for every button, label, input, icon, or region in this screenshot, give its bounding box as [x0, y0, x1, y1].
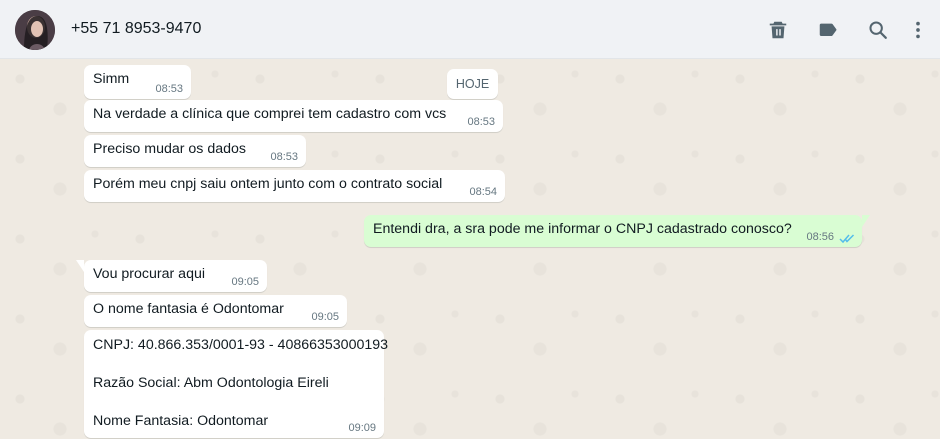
read-ticks-icon — [839, 234, 855, 244]
search-icon[interactable] — [867, 19, 889, 41]
message-time: 08:53 — [270, 151, 298, 163]
message-text: O nome fantasia é Odontomar — [93, 301, 284, 317]
contact-name[interactable]: +55 71 8953-9470 — [71, 20, 201, 38]
message-incoming[interactable]: Porém meu cnpj saiu ontem junto com o co… — [84, 170, 505, 202]
contact-avatar[interactable] — [15, 10, 55, 50]
message-incoming[interactable]: Simm 08:53 — [84, 65, 191, 99]
bubble-tail — [76, 260, 84, 272]
message-time: 08:53 — [467, 116, 495, 128]
message-incoming[interactable]: Na verdade a clínica que comprei tem cad… — [84, 100, 503, 132]
message-text: Na verdade a clínica que comprei tem cad… — [93, 106, 447, 122]
message-incoming[interactable]: Vou procurar aqui 09:05 — [76, 260, 267, 292]
message-incoming[interactable]: Preciso mudar os dados 08:53 — [84, 135, 306, 167]
message-time: 08:54 — [469, 186, 497, 198]
message-time: 09:09 — [348, 422, 376, 434]
message-line: Razão Social: Abm Odontologia Eireli — [93, 375, 329, 391]
message-text: Entendi dra, a sra pode me informar o CN… — [373, 221, 792, 237]
message-incoming[interactable]: O nome fantasia é Odontomar 09:05 — [84, 295, 347, 327]
menu-icon[interactable] — [907, 19, 929, 41]
bubble-tail — [862, 215, 870, 227]
message-outgoing[interactable]: Entendi dra, a sra pode me informar o CN… — [364, 215, 870, 247]
message-text: Preciso mudar os dados — [93, 141, 246, 157]
message-list[interactable]: HOJE Simm 08:53 Na verdade a clínica que… — [0, 59, 940, 439]
message-time: 09:05 — [231, 276, 259, 288]
chat-header: +55 71 8953-9470 — [0, 0, 940, 59]
message-line: CNPJ: 40.866.353/0001-93 - 4086635300019… — [93, 337, 389, 353]
message-time: 08:53 — [155, 83, 183, 95]
day-badge: HOJE — [447, 69, 498, 99]
message-line: Nome Fantasia: Odontomar — [93, 413, 269, 429]
label-icon[interactable] — [817, 19, 839, 41]
message-text: Porém meu cnpj saiu ontem junto com o co… — [93, 176, 443, 192]
message-time: 09:05 — [311, 311, 339, 323]
message-time: 08:56 — [806, 231, 834, 243]
message-incoming[interactable]: CNPJ: 40.866.353/0001-93 - 4086635300019… — [84, 330, 389, 438]
delete-icon[interactable] — [767, 19, 789, 41]
